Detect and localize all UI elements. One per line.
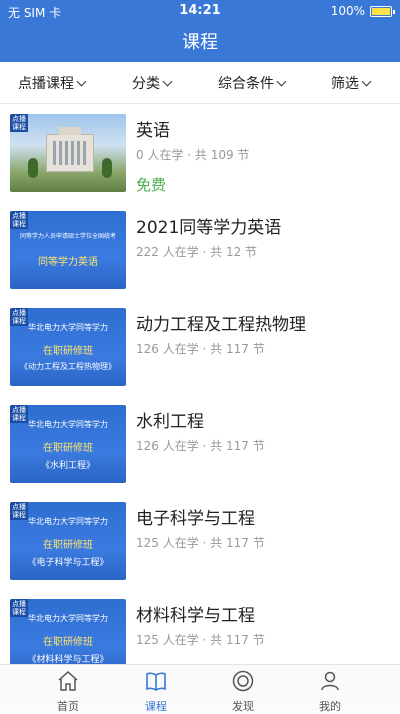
app-header: 无 SIM 卡 14:21 100% 课程	[0, 0, 400, 62]
chevron-down-icon	[162, 76, 173, 86]
course-thumbnail: 点播课程 同等学力人员申请硕士学位全国统考 同等学力英语	[10, 211, 126, 289]
thumb-line: 在职研修班	[43, 540, 93, 551]
bottom-tab-bar: 首页 课程 发现 我的	[0, 664, 400, 714]
course-item[interactable]: 点播课程 同等学力人员申请硕士学位全国统考 同等学力英语 2021同等学力英语 …	[0, 203, 400, 300]
tab-discover[interactable]: 发现	[203, 667, 283, 714]
course-item[interactable]: 点播课程 英语 0 人在学 · 共 109 节 免费	[0, 106, 400, 203]
price-label: 免费	[136, 176, 167, 194]
filter-screen[interactable]: 筛选	[331, 73, 372, 93]
book-icon	[146, 672, 166, 691]
thumb-line: 《动力工程及工程热物理》	[20, 362, 116, 371]
course-thumbnail: 点播课程	[10, 114, 126, 192]
thumb-line: 在职研修班	[43, 443, 93, 454]
filter-overall[interactable]: 综合条件	[218, 73, 287, 93]
course-meta: 0 人在学 · 共 109 节	[136, 148, 250, 162]
course-meta: 222 人在学 · 共 12 节	[136, 245, 258, 259]
thumb-line: 华北电力大学同等学力	[28, 517, 108, 526]
battery-icon	[370, 5, 395, 17]
chevron-down-icon	[276, 76, 287, 86]
course-item[interactable]: 点播课程 华北电力大学同等学力 在职研修班 《动力工程及工程热物理》 动力工程及…	[0, 300, 400, 397]
thumb-line: 在职研修班	[43, 637, 93, 648]
on-demand-tag: 点播课程	[10, 114, 28, 132]
filter-course-type[interactable]: 点播课程	[18, 73, 87, 93]
thumb-line: 华北电力大学同等学力	[28, 420, 108, 429]
status-right: 100%	[330, 4, 395, 18]
course-title: 动力工程及工程热物理	[136, 315, 306, 335]
thumb-line: 华北电力大学同等学力	[28, 614, 108, 623]
course-meta: 125 人在学 · 共 117 节	[136, 633, 265, 647]
course-list: 点播课程 英语 0 人在学 · 共 109 节 免费 点播课程 同等学力人员申请…	[0, 106, 400, 664]
thumb-line: 同等学力英语	[38, 257, 98, 268]
tab-label: 首页	[57, 700, 79, 713]
chevron-down-icon	[76, 76, 87, 86]
course-item[interactable]: 点播课程 华北电力大学同等学力 在职研修班 《水利工程》 水利工程 126 人在…	[0, 397, 400, 494]
thumb-line: 《电子科学与工程》	[27, 558, 109, 568]
course-thumbnail: 点播课程 华北电力大学同等学力 在职研修班 《材料科学与工程》	[10, 599, 126, 664]
course-title: 水利工程	[136, 412, 204, 432]
filter-label: 筛选	[331, 76, 359, 92]
course-title: 英语	[136, 121, 170, 141]
course-item[interactable]: 点播课程 华北电力大学同等学力 在职研修班 《电子科学与工程》 电子科学与工程 …	[0, 494, 400, 591]
course-meta: 125 人在学 · 共 117 节	[136, 536, 265, 550]
course-meta: 126 人在学 · 共 117 节	[136, 439, 265, 453]
thumb-line: 在职研修班	[43, 346, 93, 357]
filter-label: 点播课程	[18, 76, 74, 92]
thumb-line: 同等学力人员申请硕士学位全国统考	[19, 233, 116, 240]
course-thumbnail: 点播课程 华北电力大学同等学力 在职研修班 《水利工程》	[10, 405, 126, 483]
tab-label: 课程	[145, 700, 167, 713]
tab-label: 发现	[232, 700, 254, 713]
on-demand-tag: 点播课程	[10, 211, 28, 229]
filter-category[interactable]: 分类	[132, 73, 173, 93]
chevron-down-icon	[361, 76, 372, 86]
tab-label: 我的	[319, 700, 341, 713]
thumb-line: 《材料科学与工程》	[27, 655, 109, 664]
course-thumbnail: 点播课程 华北电力大学同等学力 在职研修班 《动力工程及工程热物理》	[10, 308, 126, 386]
compass-icon	[232, 670, 254, 692]
home-icon	[58, 670, 78, 691]
thumb-line: 《水利工程》	[40, 461, 95, 471]
thumb-line: 华北电力大学同等学力	[28, 323, 108, 332]
course-title: 电子科学与工程	[136, 509, 255, 529]
course-thumbnail: 点播课程 华北电力大学同等学力 在职研修班 《电子科学与工程》	[10, 502, 126, 580]
person-icon	[321, 671, 339, 691]
tab-courses[interactable]: 课程	[116, 667, 196, 714]
filter-label: 综合条件	[218, 76, 274, 92]
page-title: 课程	[182, 32, 218, 53]
tab-mine[interactable]: 我的	[290, 667, 370, 714]
filter-bar: 点播课程 分类 综合条件 筛选	[0, 62, 400, 104]
battery-percent: 100%	[330, 4, 365, 18]
course-meta: 126 人在学 · 共 117 节	[136, 342, 265, 356]
course-item[interactable]: 点播课程 华北电力大学同等学力 在职研修班 《材料科学与工程》 材料科学与工程 …	[0, 591, 400, 664]
status-bar: 无 SIM 卡 14:21 100%	[0, 0, 400, 22]
course-title: 材料科学与工程	[136, 606, 255, 626]
tab-home[interactable]: 首页	[28, 667, 108, 714]
course-title: 2021同等学力英语	[136, 218, 282, 238]
filter-label: 分类	[132, 76, 160, 92]
